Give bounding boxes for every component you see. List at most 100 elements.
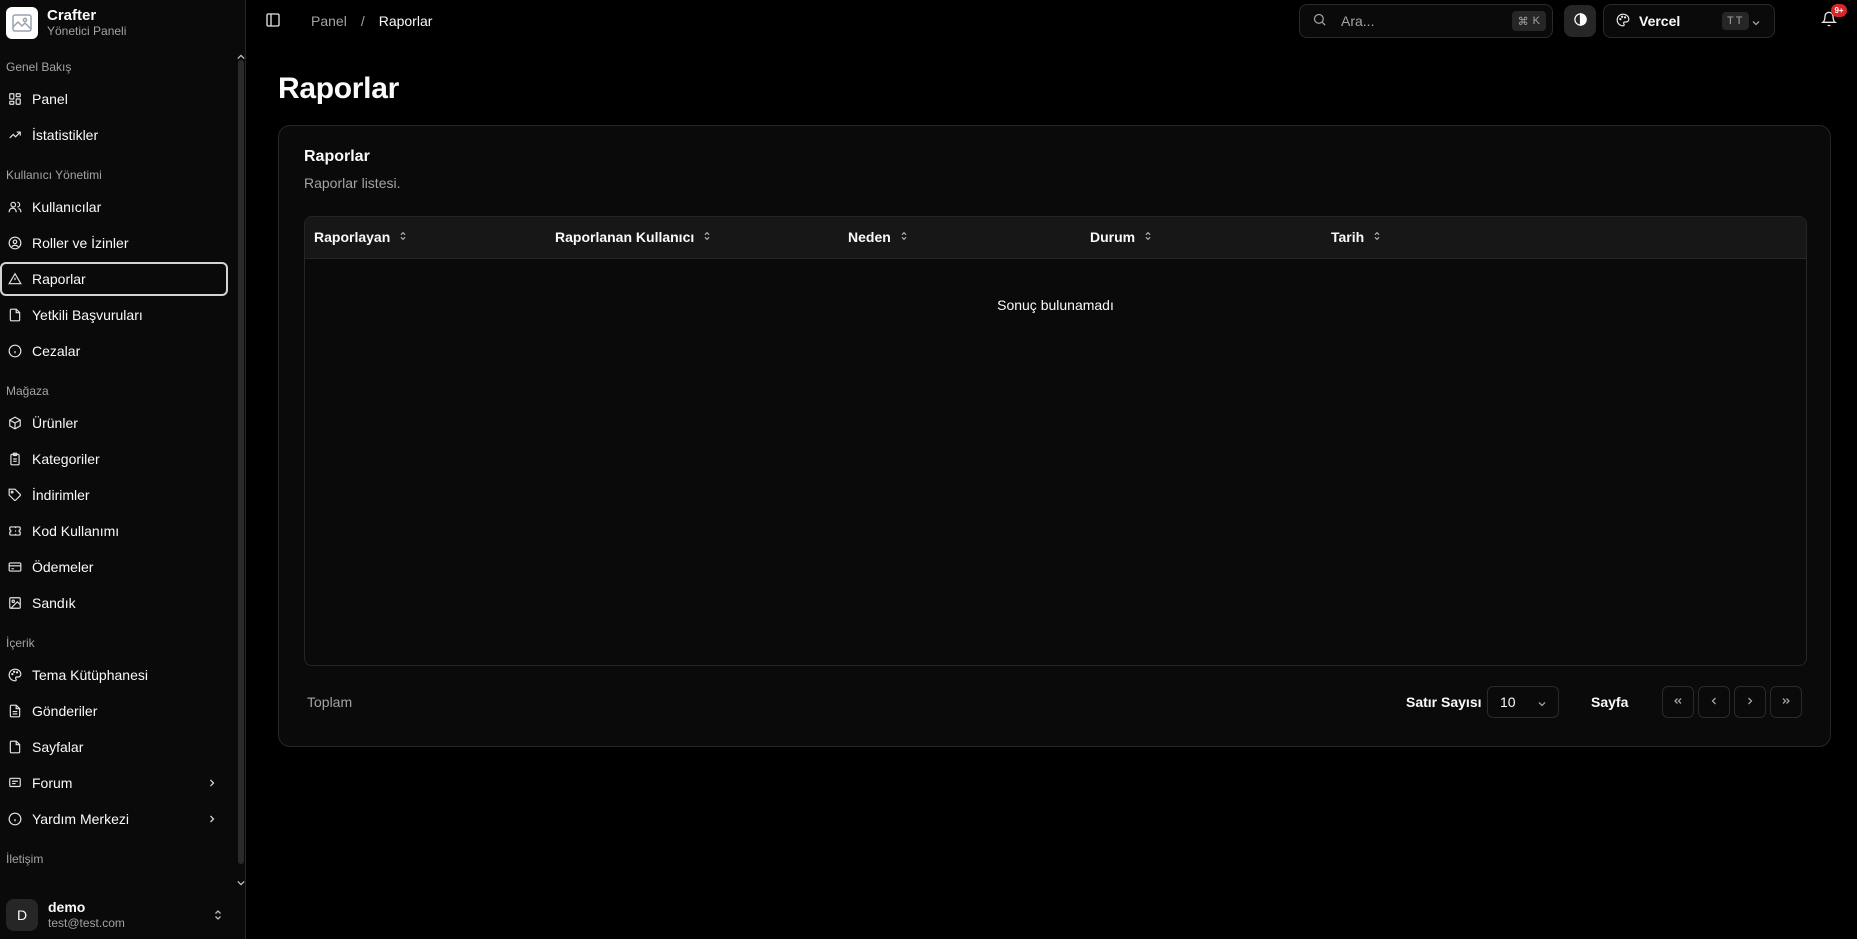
- rows-per-page-label: Satır Sayısı: [1406, 694, 1482, 710]
- user-menu[interactable]: D demo test@test.com: [6, 897, 234, 933]
- sidebar-item-pages[interactable]: Sayfalar: [0, 730, 228, 764]
- sidebar-item-label: Yetkili Başvuruları: [32, 307, 143, 323]
- sidebar-item-label: İstatistikler: [32, 127, 99, 143]
- brand[interactable]: Crafter Yönetici Paneli: [6, 6, 126, 40]
- next-page-button[interactable]: [1734, 686, 1766, 718]
- sidebar-item-panel[interactable]: Panel: [0, 82, 228, 116]
- team-name: Vercel: [1639, 13, 1681, 29]
- sidebar-item-label: Sayfalar: [32, 739, 84, 755]
- scroll-up-icon[interactable]: [237, 48, 245, 60]
- top-header: Panel / Raporlar Ara... ⌘ K Vercel TT 9+: [247, 0, 1857, 42]
- team-switcher[interactable]: Vercel TT: [1603, 4, 1775, 38]
- column-reporter[interactable]: Raporlayan: [314, 229, 408, 245]
- section-label-contact: İletişim: [6, 852, 44, 866]
- chevron-down-icon: [1750, 16, 1762, 32]
- first-page-button[interactable]: [1662, 686, 1694, 718]
- chevron-right-icon: [1744, 694, 1756, 710]
- message-square-icon: [7, 776, 22, 791]
- breadcrumb: Panel / Raporlar: [311, 13, 432, 29]
- sidebar-scrollbar[interactable]: [237, 48, 245, 888]
- palette-icon: [7, 668, 22, 683]
- chevron-right-icon: [206, 812, 218, 828]
- rows-per-page-value: 10: [1500, 694, 1516, 710]
- table-header: Raporlayan Raporlanan Kullanıcı Neden Du…: [305, 217, 1806, 259]
- sidebar-item-statistics[interactable]: İstatistikler: [0, 118, 228, 152]
- section-label-store: Mağaza: [6, 384, 49, 398]
- sidebar-item-categories[interactable]: Kategoriler: [0, 442, 228, 476]
- card-title: Raporlar: [304, 148, 370, 165]
- sidebar-item-payments[interactable]: Ödemeler: [0, 550, 228, 584]
- column-reported-user[interactable]: Raporlanan Kullanıcı: [555, 229, 712, 245]
- user-email: test@test.com: [48, 916, 125, 931]
- previous-page-button[interactable]: [1698, 686, 1730, 718]
- sidebar-item-roles[interactable]: Roller ve İzinler: [0, 226, 228, 260]
- scrollbar-thumb[interactable]: [238, 60, 244, 864]
- info-circle-icon: [7, 344, 22, 359]
- sidebar-item-posts[interactable]: Gönderiler: [0, 694, 228, 728]
- users-icon: [7, 200, 22, 215]
- sidebar-item-label: Kategoriler: [32, 451, 100, 467]
- trending-up-icon: [7, 128, 22, 143]
- sidebar-item-staff-applications[interactable]: Yetkili Başvuruları: [0, 298, 228, 332]
- reports-table: Raporlayan Raporlanan Kullanıcı Neden Du…: [304, 216, 1807, 666]
- sidebar-item-products[interactable]: Ürünler: [0, 406, 228, 440]
- sidebar-item-chest[interactable]: Sandık: [0, 586, 228, 620]
- info-circle-icon: [7, 812, 22, 827]
- user-circle-icon: [7, 236, 22, 251]
- card-description: Raporlar listesi.: [304, 175, 401, 191]
- sidebar: Crafter Yönetici Paneli Genel Bakış Pane…: [0, 0, 246, 939]
- theme-toggle-button[interactable]: [1564, 5, 1596, 37]
- sort-icon: [1372, 229, 1382, 245]
- sidebar-item-label: Roller ve İzinler: [32, 235, 129, 251]
- sidebar-item-theme-library[interactable]: Tema Kütüphanesi: [0, 658, 228, 692]
- total-label: Toplam: [307, 694, 353, 710]
- sidebar-item-users[interactable]: Kullanıcılar: [0, 190, 228, 224]
- clipboard-icon: [7, 452, 22, 467]
- dashboard-icon: [7, 92, 22, 107]
- sidebar-item-discounts[interactable]: İndirimler: [0, 478, 228, 512]
- sidebar-item-forum[interactable]: Forum: [0, 766, 228, 800]
- column-status[interactable]: Durum: [1090, 229, 1153, 245]
- chevron-down-icon: [1536, 697, 1548, 713]
- avatar: D: [6, 899, 38, 931]
- column-date[interactable]: Tarih: [1331, 229, 1382, 245]
- alert-triangle-icon: [7, 272, 22, 287]
- palette-icon: [1616, 13, 1630, 30]
- sort-icon: [1143, 229, 1153, 245]
- chevrons-up-down-icon: [212, 908, 224, 925]
- sidebar-item-reports[interactable]: Raporlar: [0, 262, 228, 296]
- sidebar-item-penalties[interactable]: Cezalar: [0, 334, 228, 368]
- column-reason[interactable]: Neden: [848, 229, 909, 245]
- team-shortcut: TT: [1722, 12, 1750, 30]
- file-icon: [7, 308, 22, 323]
- column-label: Tarih: [1331, 229, 1365, 245]
- search-placeholder: Ara...: [1341, 13, 1375, 29]
- search-shortcut: ⌘ K: [1511, 11, 1546, 31]
- sidebar-item-label: Ödemeler: [32, 559, 94, 575]
- chevrons-right-icon: [1780, 694, 1792, 710]
- contrast-icon: [1573, 12, 1588, 30]
- file-text-icon: [7, 704, 22, 719]
- chevron-right-icon: [206, 776, 218, 792]
- section-label-overview: Genel Bakış: [6, 60, 72, 74]
- last-page-button[interactable]: [1770, 686, 1802, 718]
- sidebar-item-code-usage[interactable]: Kod Kullanımı: [0, 514, 228, 548]
- sidebar-toggle-icon[interactable]: [265, 12, 283, 30]
- sidebar-item-label: Ürünler: [32, 415, 78, 431]
- scroll-down-icon[interactable]: [237, 874, 245, 886]
- sidebar-item-label: Gönderiler: [32, 703, 98, 719]
- image-icon: [7, 596, 22, 611]
- breadcrumb-separator: /: [360, 13, 365, 29]
- breadcrumb-panel[interactable]: Panel: [311, 13, 347, 29]
- section-label-content: İçerik: [6, 636, 35, 650]
- user-name: demo: [48, 899, 86, 916]
- chevrons-left-icon: [1672, 694, 1684, 710]
- reports-card: Raporlar Raporlar listesi. Raporlayan Ra…: [278, 125, 1831, 747]
- tag-icon: [7, 488, 22, 503]
- brand-logo: [6, 7, 38, 39]
- sidebar-item-help-center[interactable]: Yardım Merkezi: [0, 802, 228, 836]
- rows-per-page-select[interactable]: 10: [1487, 686, 1559, 718]
- sidebar-item-label: Cezalar: [32, 343, 81, 359]
- search-input[interactable]: Ara... ⌘ K: [1299, 4, 1553, 38]
- breadcrumb-current: Raporlar: [378, 13, 433, 29]
